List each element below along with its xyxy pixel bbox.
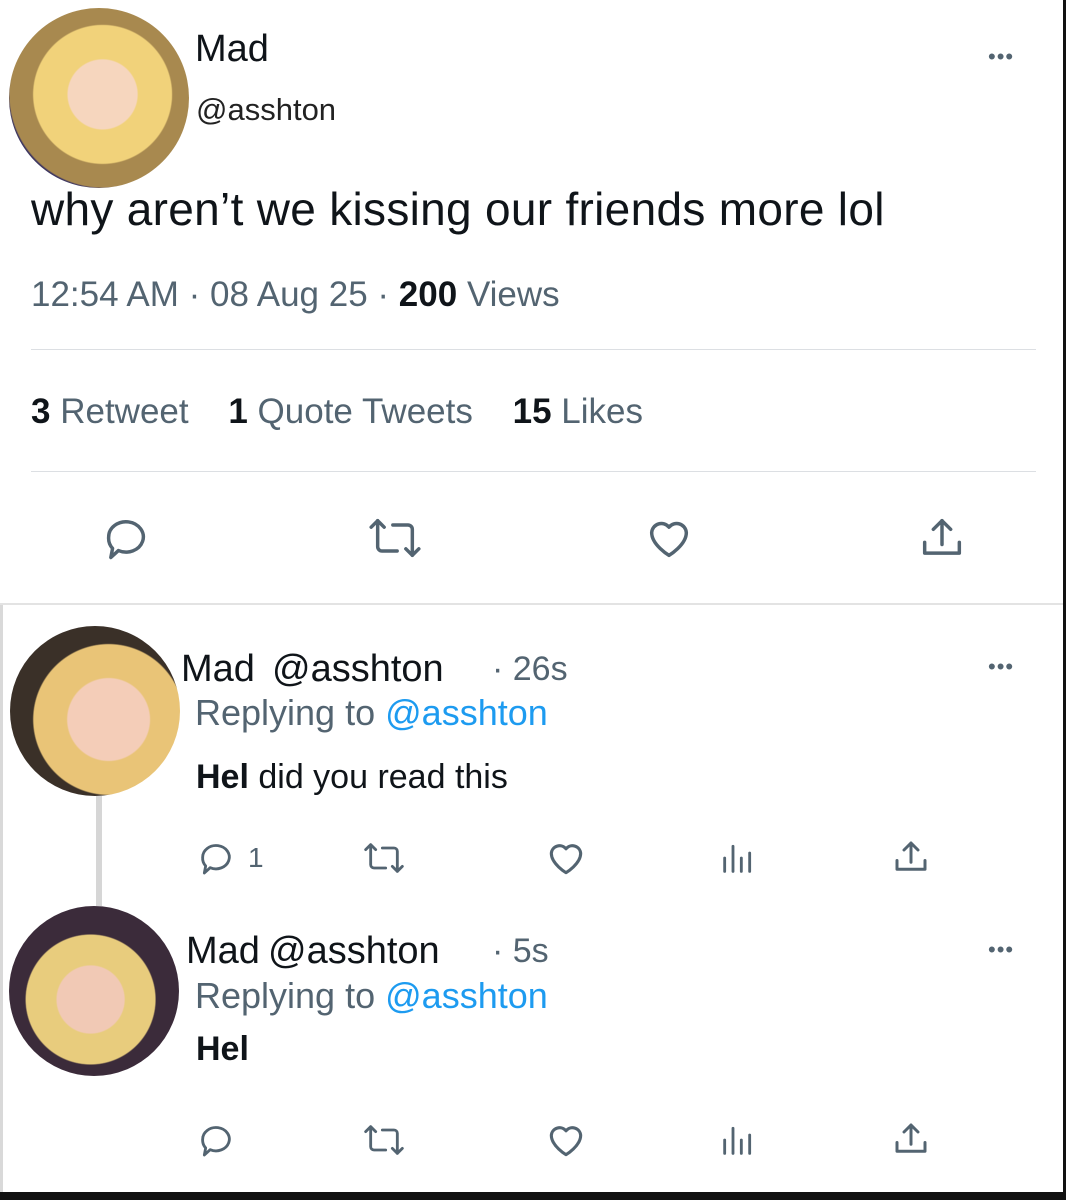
tweet-time[interactable]: 12:54 AM <box>31 275 179 314</box>
reply-author-handle[interactable]: @asshton <box>272 648 444 691</box>
reply-author-name[interactable]: Mad <box>181 648 255 691</box>
reply-text: Hel <box>196 1030 249 1069</box>
reply-avatar[interactable] <box>9 906 179 1076</box>
likes-stat[interactable]: 15 Likes <box>513 392 643 431</box>
more-icon[interactable]: ••• <box>988 44 1014 70</box>
quotes-stat[interactable]: 1 Quote Tweets <box>228 392 473 431</box>
share-icon[interactable] <box>916 512 968 564</box>
main-tweet-meta: 12:54 AM · 08 Aug 25 · 200 Views <box>31 275 560 315</box>
quotes-count: 1 <box>228 392 248 431</box>
retweet-icon[interactable] <box>364 512 426 564</box>
engagement-stats: 3 Retweet 1 Quote Tweets 15 Likes <box>31 392 643 432</box>
main-tweet-author-name[interactable]: Mad <box>195 28 269 71</box>
analytics-icon[interactable] <box>718 1120 758 1160</box>
reply-author-handle[interactable]: @asshton <box>268 930 440 973</box>
thread-line <box>96 796 102 906</box>
tweet-separator <box>0 603 1063 605</box>
views-label: Views <box>466 275 560 314</box>
reply-text-bold: Hel <box>196 1030 249 1068</box>
replying-to: Replying to @asshton <box>195 692 548 734</box>
replying-to: Replying to @asshton <box>195 975 548 1017</box>
retweets-label: Retweet <box>60 392 189 431</box>
comment-icon[interactable] <box>100 512 152 564</box>
replying-prefix: Replying to <box>195 975 376 1016</box>
replying-to-handle[interactable]: @asshton <box>385 975 548 1016</box>
replying-to-handle[interactable]: @asshton <box>385 692 548 733</box>
meta-separator: · <box>188 275 201 314</box>
divider <box>31 349 1036 350</box>
more-icon[interactable]: ••• <box>988 937 1014 963</box>
comment-icon[interactable] <box>196 1120 236 1160</box>
more-icon[interactable]: ••• <box>988 654 1014 680</box>
main-tweet-author-handle[interactable]: @asshton <box>196 92 336 128</box>
reply-author-name[interactable]: Mad <box>186 930 260 973</box>
retweets-stat[interactable]: 3 Retweet <box>31 392 189 431</box>
share-icon[interactable] <box>890 1118 932 1160</box>
share-icon[interactable] <box>890 836 932 878</box>
reply-timestamp[interactable]: · 26s <box>492 650 568 689</box>
frame-edge-left <box>0 604 3 1200</box>
reply-avatar[interactable] <box>10 626 180 796</box>
quotes-label: Quote Tweets <box>257 392 473 431</box>
likes-label: Likes <box>561 392 643 431</box>
divider <box>31 471 1036 472</box>
frame-edge-bottom <box>0 1192 1066 1200</box>
meta-separator: · <box>377 275 390 314</box>
views-count: 200 <box>398 275 458 314</box>
like-icon[interactable] <box>544 1118 588 1162</box>
reply-text-bold: Hel <box>196 758 249 796</box>
analytics-icon[interactable] <box>718 838 758 878</box>
like-icon[interactable] <box>642 512 696 564</box>
retweets-count: 3 <box>31 392 51 431</box>
reply-text-body: did you read this <box>248 758 508 796</box>
reply-text: Hel did you read this <box>196 758 508 797</box>
main-tweet-text: why aren’t we kissing our friends more l… <box>31 183 885 235</box>
replying-prefix: Replying to <box>195 692 376 733</box>
main-tweet-avatar[interactable] <box>9 8 189 188</box>
reply-timestamp[interactable]: · 5s <box>492 932 549 971</box>
tweet-date[interactable]: 08 Aug 25 <box>210 275 368 314</box>
comment-icon[interactable] <box>196 838 236 878</box>
like-icon[interactable] <box>544 836 588 880</box>
retweet-icon[interactable] <box>360 1120 408 1160</box>
reply-count: 1 <box>248 842 264 873</box>
retweet-icon[interactable] <box>360 838 408 878</box>
likes-count: 15 <box>512 392 552 431</box>
